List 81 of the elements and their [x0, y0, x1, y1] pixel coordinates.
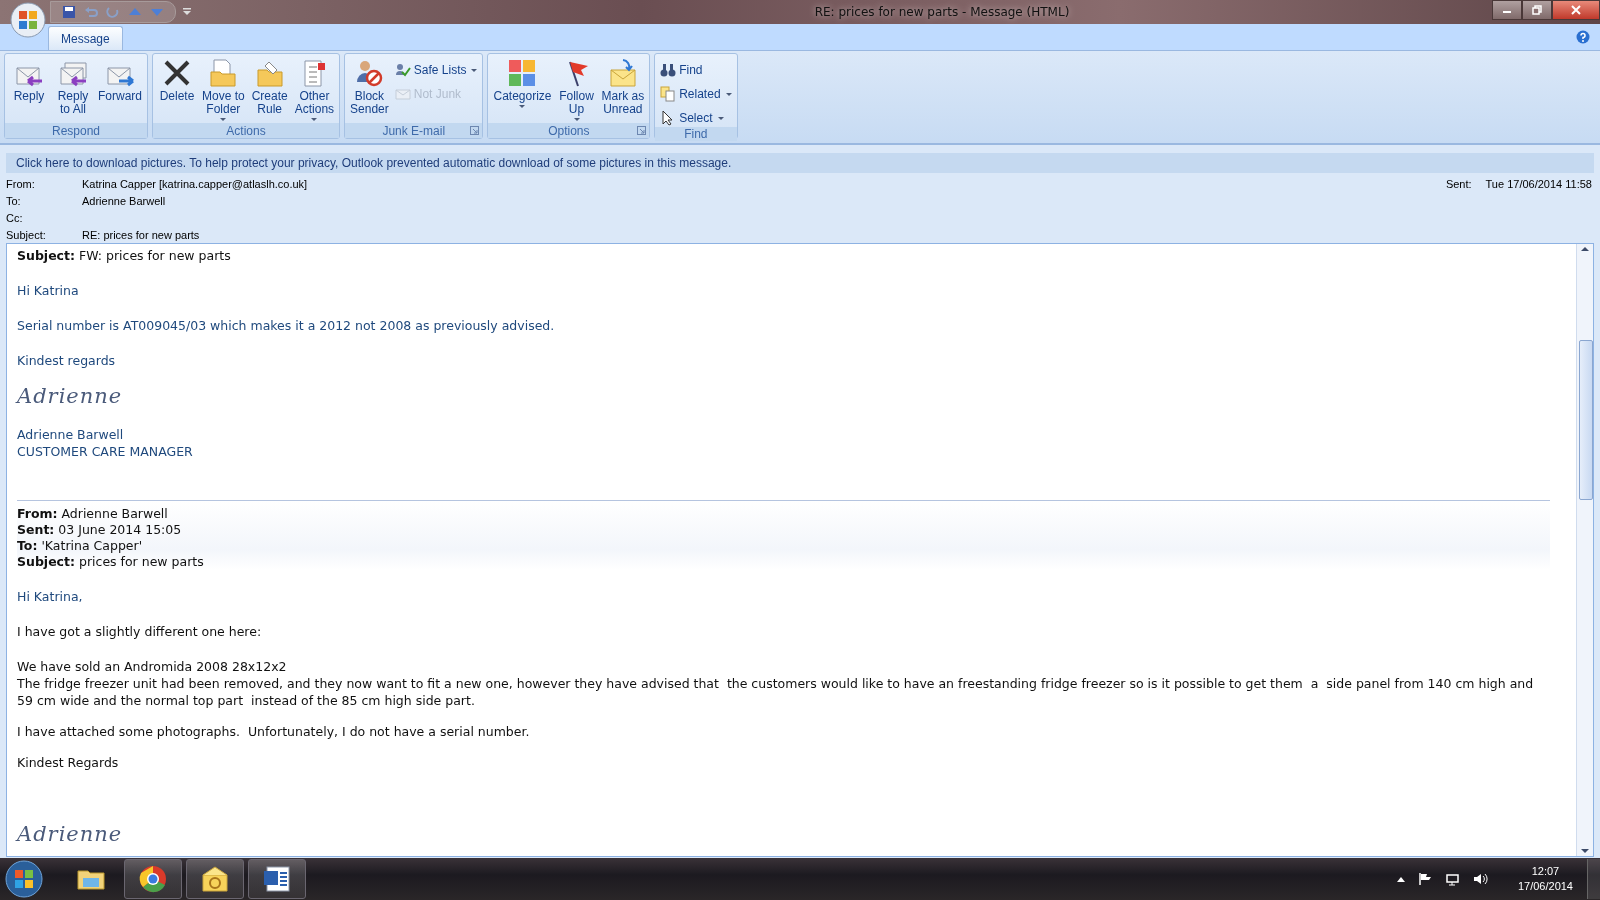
body-text: CUSTOMER CARE MANAGER: [17, 443, 194, 460]
body-text: Subject: FW: prices for new parts: [17, 247, 232, 264]
tab[interactable]: Message: [48, 26, 123, 50]
help-icon[interactable]: [1576, 30, 1590, 44]
body-text: I have attached some photographs. Unfortunately, I do not have a serial number.: [17, 723, 531, 740]
scrollbar[interactable]: [1576, 244, 1593, 856]
field-value: RE: prices for new parts: [82, 228, 200, 241]
ribbon-button[interactable]: Other Actions: [292, 56, 337, 123]
group-label: Find: [684, 127, 708, 141]
clock-date: 17/06/2014: [1517, 879, 1573, 894]
maximize-button[interactable]: [1522, 0, 1552, 20]
ribbon-button[interactable]: Delete: [156, 56, 198, 123]
close-icon: [1571, 5, 1581, 15]
signature-text: Adrienne: [17, 821, 124, 848]
ribbon-button[interactable]: Create Rule: [248, 56, 291, 123]
ribbon-button[interactable]: Reply: [8, 56, 50, 123]
ribbon-button[interactable]: Find: [658, 61, 734, 79]
close-button[interactable]: [1552, 0, 1600, 20]
clock-time: 12:07: [1531, 864, 1560, 879]
folder-document-icon: [208, 58, 239, 88]
people-check-icon: [394, 62, 411, 78]
start-button-icon[interactable]: [4, 859, 44, 899]
document-icon: [261, 863, 293, 895]
ribbon-button[interactable]: Mark as Unread: [599, 56, 647, 123]
group-label: Respond: [52, 123, 101, 138]
clock[interactable]: 12:07 17/06/2014: [1517, 864, 1573, 894]
field-value: Tue 17/06/2014 11:58: [1485, 178, 1592, 192]
body-text: Sent: 03 June 2014 15:05: [17, 522, 183, 538]
envelope-arrow-icon: [607, 58, 638, 88]
signature-text: Adrienne: [17, 383, 124, 410]
field-label: Subject:: [6, 228, 47, 241]
body-text: We have sold an Andromida 2008 28x12x2: [17, 658, 288, 675]
body-text: The fridge freezer unit had been removed, and they now want to fit a new one, however they have advised that the customers would like to have an freestanding fridge freezer so is it possible to get them a side panel from 140 cm high and 59 cm wide and the normal top part instead of the 85 cm high side part.: [17, 675, 1535, 709]
minimize-button[interactable]: [1492, 0, 1522, 20]
field-label: Cc:: [6, 211, 24, 224]
body-text: Kindest regards: [17, 352, 117, 369]
binoculars-icon: [660, 62, 677, 78]
restore-icon: [1532, 5, 1542, 15]
documents-icon: [660, 86, 677, 102]
ribbon-button[interactable]: Forward: [96, 56, 144, 123]
field-label: Sent:: [1445, 178, 1472, 192]
delete-icon: [162, 58, 192, 88]
save-icon[interactable]: [61, 4, 77, 20]
body-text: Kindest Regards: [17, 754, 120, 771]
ribbon-button[interactable]: Select: [658, 109, 734, 127]
ribbon-button[interactable]: Block Sender: [348, 56, 391, 123]
body-text: Subject: prices for new parts: [17, 554, 205, 570]
group-label: Junk E-mail: [382, 123, 446, 138]
person-blocked-icon: [354, 58, 385, 88]
show-hidden-icon[interactable]: [1395, 875, 1406, 883]
taskbar-button[interactable]: [124, 859, 182, 899]
ribbon-button[interactable]: Reply to All: [52, 56, 94, 123]
field-value: Adrienne Barwell: [82, 194, 166, 207]
field-value: Katrina Capper [katrina.capper@atlaslh.co.uk]: [82, 177, 308, 190]
body-text: Adrienne Barwell: [17, 426, 125, 443]
body-text: Hi Katrina: [17, 282, 80, 299]
window-title: RE: prices for new parts - Message (HTML): [813, 5, 1071, 19]
flag-icon[interactable]: [1417, 872, 1432, 886]
body-text: Hi Katrina,: [17, 588, 84, 605]
envelope-icon: [394, 86, 411, 102]
ribbon-button[interactable]: Follow Up: [555, 56, 598, 123]
scroll-thumb[interactable]: [1579, 340, 1593, 500]
network-icon[interactable]: [1443, 872, 1460, 886]
body-text: Serial number is AT009045/03 which makes it a 2012 not 2008 as previously advised.: [17, 317, 556, 334]
field-label: To:: [6, 194, 22, 207]
browser-icon: [137, 863, 169, 895]
ribbon-button[interactable]: Safe Lists: [392, 61, 480, 79]
field-label: From:: [6, 177, 36, 190]
body-text: To: 'Katrina Capper': [17, 538, 144, 554]
speaker-icon[interactable]: [1471, 872, 1488, 886]
info-bar[interactable]: Click here to download pictures. To help protect your privacy, Outlook prevented automatic download of some pictures in this message.: [6, 153, 1594, 173]
group-label: Options: [548, 123, 590, 138]
group-label: Actions: [226, 123, 266, 138]
body-text: From: Adrienne Barwell: [17, 506, 169, 522]
ribbon-button[interactable]: Related: [658, 85, 734, 103]
taskbar-button[interactable]: [248, 859, 306, 899]
ribbon-button[interactable]: Move to Folder: [200, 56, 247, 123]
ribbon-button[interactable]: Categorize: [491, 56, 554, 123]
body-text: I have got a slightly different one here:: [17, 623, 263, 640]
taskbar-button[interactable]: [186, 859, 244, 899]
color-squares-icon: [507, 58, 538, 88]
